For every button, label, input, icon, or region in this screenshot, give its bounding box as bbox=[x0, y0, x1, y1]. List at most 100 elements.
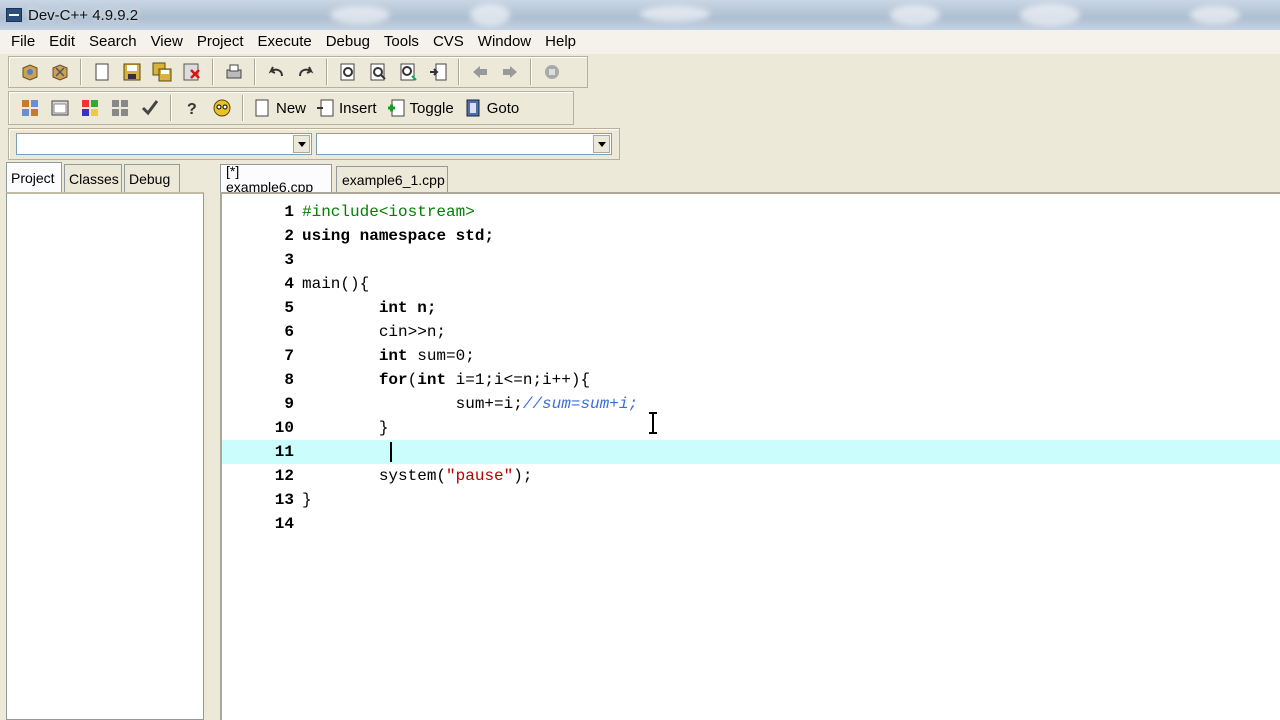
save-all-icon[interactable] bbox=[149, 59, 175, 85]
line-text: using namespace std; bbox=[302, 227, 495, 245]
code-line: 7 int sum=0; bbox=[222, 344, 1280, 368]
toggle-bookmark-label: Toggle bbox=[409, 99, 454, 117]
check-syntax-icon[interactable] bbox=[137, 95, 163, 121]
menu-file[interactable]: File bbox=[4, 31, 42, 53]
open-project-icon[interactable] bbox=[17, 59, 43, 85]
line-text: for(int i=1;i<=n;i++){ bbox=[378, 371, 591, 389]
line-number: 9 bbox=[284, 395, 294, 413]
panel-splitter[interactable] bbox=[206, 160, 218, 720]
find-icon[interactable] bbox=[335, 59, 361, 85]
svg-text:?: ? bbox=[187, 101, 197, 118]
tab-debug-label: Debug bbox=[129, 170, 171, 187]
redo-icon[interactable] bbox=[293, 59, 319, 85]
code-editor[interactable]: 1 #include<iostream> 2 using namespace s… bbox=[220, 192, 1280, 720]
close-file-icon[interactable] bbox=[179, 59, 205, 85]
undo-icon[interactable] bbox=[263, 59, 289, 85]
back-icon[interactable] bbox=[467, 59, 493, 85]
menu-view[interactable]: View bbox=[144, 31, 190, 53]
line-number: 11 bbox=[274, 443, 294, 461]
menu-help[interactable]: Help bbox=[538, 31, 583, 53]
replace-icon[interactable] bbox=[365, 59, 391, 85]
line-text: #include<iostream> bbox=[302, 203, 475, 221]
new-file-icon[interactable] bbox=[89, 59, 115, 85]
goto-line-icon[interactable] bbox=[425, 59, 451, 85]
secondary-toolbar: ? New Insert Toggle Goto bbox=[8, 91, 574, 125]
devcpp-app-icon bbox=[6, 8, 22, 22]
tab-example6-label: [*] example6.cpp bbox=[226, 162, 314, 195]
help-icon[interactable]: ? bbox=[179, 95, 205, 121]
line-number: 12 bbox=[274, 467, 294, 485]
text-caret bbox=[390, 442, 392, 462]
about-icon[interactable] bbox=[209, 95, 235, 121]
tab-example6-1[interactable]: example6_1.cpp bbox=[336, 166, 448, 192]
line-number: 5 bbox=[284, 299, 294, 317]
code-line: 1 #include<iostream> bbox=[222, 200, 1280, 224]
close-project-icon[interactable] bbox=[47, 59, 73, 85]
insert-icon bbox=[317, 99, 334, 117]
menu-search[interactable]: Search bbox=[82, 31, 144, 53]
compile-icon[interactable] bbox=[17, 95, 43, 121]
code-line: 2 using namespace std; bbox=[222, 224, 1280, 248]
title-bar: Dev-C++ 4.9.9.2 bbox=[0, 0, 1280, 30]
toggle-bookmark-icon bbox=[387, 99, 405, 117]
code-line: 9 sum+=i;//sum=sum+i; bbox=[222, 392, 1280, 416]
save-icon[interactable] bbox=[119, 59, 145, 85]
tab-project-label: Project bbox=[11, 169, 55, 186]
line-number: 10 bbox=[274, 419, 294, 437]
compile-run-icon[interactable] bbox=[77, 95, 103, 121]
line-number: 2 bbox=[284, 227, 294, 245]
line-number: 8 bbox=[284, 371, 294, 389]
goto-bookmark-icon bbox=[466, 99, 480, 117]
toggle-bookmark-button[interactable]: Toggle bbox=[383, 95, 460, 121]
menu-bar: File Edit Search View Project Execute De… bbox=[0, 30, 1280, 54]
line-text: int n; bbox=[378, 299, 437, 317]
new-class-button[interactable]: New bbox=[249, 95, 312, 121]
chevron-down-icon[interactable] bbox=[293, 135, 310, 153]
find-next-icon[interactable] bbox=[395, 59, 421, 85]
code-line-current: 11 bbox=[222, 440, 1280, 464]
line-text: cin>>n; bbox=[302, 323, 447, 341]
forward-icon[interactable] bbox=[497, 59, 523, 85]
code-line: 3 bbox=[222, 248, 1280, 272]
line-number: 4 bbox=[284, 275, 294, 293]
stop-icon[interactable] bbox=[539, 59, 565, 85]
line-text: } bbox=[302, 419, 389, 437]
menu-execute[interactable]: Execute bbox=[251, 31, 319, 53]
menu-window[interactable]: Window bbox=[471, 31, 538, 53]
line-text: } bbox=[302, 491, 312, 509]
tab-example6[interactable]: [*] example6.cpp bbox=[220, 162, 332, 195]
class-select[interactable] bbox=[16, 133, 312, 155]
goto-bookmark-label: Goto bbox=[486, 99, 520, 117]
run-icon[interactable] bbox=[47, 95, 73, 121]
new-class-icon bbox=[255, 99, 269, 117]
new-class-label: New bbox=[276, 99, 307, 117]
menu-project[interactable]: Project bbox=[190, 31, 251, 53]
rebuild-icon[interactable] bbox=[107, 95, 133, 121]
line-text: int sum=0; bbox=[378, 347, 475, 365]
line-text: main(){ bbox=[302, 275, 370, 293]
line-number: 7 bbox=[284, 347, 294, 365]
line-number: 3 bbox=[284, 251, 294, 269]
menu-tools[interactable]: Tools bbox=[377, 31, 426, 53]
menu-debug[interactable]: Debug bbox=[319, 31, 377, 53]
menu-cvs[interactable]: CVS bbox=[426, 31, 471, 53]
chevron-down-icon[interactable] bbox=[593, 135, 610, 153]
project-panel bbox=[6, 192, 204, 720]
print-icon[interactable] bbox=[221, 59, 247, 85]
code-line: 12 system("pause"); bbox=[222, 464, 1280, 488]
insert-button[interactable]: Insert bbox=[312, 95, 383, 121]
ibeam-cursor-icon bbox=[649, 412, 657, 434]
tab-project[interactable]: Project bbox=[6, 162, 62, 192]
tab-debug[interactable]: Debug bbox=[124, 164, 180, 192]
code-line: 4 main(){ bbox=[222, 272, 1280, 296]
code-line: 5 int n; bbox=[222, 296, 1280, 320]
goto-bookmark-button[interactable]: Goto bbox=[460, 95, 526, 121]
window-title: Dev-C++ 4.9.9.2 bbox=[28, 6, 139, 24]
code-line: 10 } bbox=[222, 416, 1280, 440]
tab-classes[interactable]: Classes bbox=[64, 164, 122, 192]
member-select[interactable] bbox=[316, 133, 612, 155]
code-line: 13 } bbox=[222, 488, 1280, 512]
code-line: 14 bbox=[222, 512, 1280, 536]
menu-edit[interactable]: Edit bbox=[42, 31, 82, 53]
tab-classes-label: Classes bbox=[69, 170, 119, 187]
